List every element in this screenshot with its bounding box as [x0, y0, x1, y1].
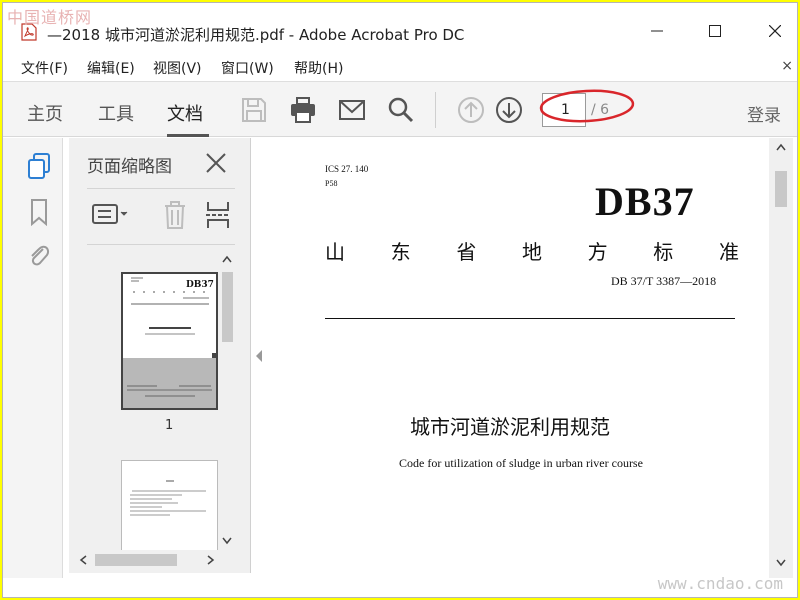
bookmark-icon[interactable]	[25, 198, 53, 226]
maximize-icon	[709, 25, 721, 37]
province-standard-heading: 山 东 省 地 方 标 准	[325, 236, 739, 265]
heading-char: 东	[390, 242, 411, 264]
heading-char: 山	[325, 242, 345, 264]
thumbnail-panel: 页面缩略图 DB37 1	[69, 138, 251, 573]
menu-view[interactable]: 视图(V)	[153, 58, 202, 78]
panel-divider	[87, 188, 235, 189]
collapse-panel-icon[interactable]	[253, 348, 265, 364]
app-window: 中国道桥网 www.cndao.com —2018 城市河道淤泥利用规范.pdf…	[2, 2, 798, 598]
scroll-left-icon[interactable]	[79, 555, 89, 565]
menu-bar: 文件(F) 编辑(E) 视图(V) 窗口(W) 帮助(H) ×	[3, 55, 797, 79]
page-thumbnail-1[interactable]: DB37	[121, 272, 218, 410]
page-thumbnail-image: DB37	[123, 274, 217, 408]
close-icon	[769, 25, 781, 37]
panel-close-icon[interactable]	[205, 152, 227, 174]
document-view[interactable]: ICS 27. 140 P58 DB37 山 东 省 地 方 标 准 DB 37…	[265, 138, 769, 578]
page-thumbnails-icon[interactable]	[25, 152, 53, 180]
svg-text:DB37: DB37	[186, 280, 214, 290]
classification-code: P58	[325, 179, 338, 188]
heading-char: 准	[718, 242, 739, 264]
panel-divider	[87, 244, 235, 245]
active-tab-indicator	[167, 134, 209, 137]
close-window-button[interactable]	[755, 17, 795, 45]
page-down-icon[interactable]	[495, 96, 523, 124]
page-thumbnail-label-1: 1	[165, 418, 174, 433]
attachment-icon[interactable]	[25, 242, 53, 270]
heading-char: 方	[587, 242, 608, 264]
navigation-rail	[3, 138, 63, 578]
page-total: / 6	[591, 102, 610, 118]
standard-number: DB 37/T 3387—2018	[611, 274, 717, 288]
watermark-top: 中国道桥网	[7, 8, 93, 27]
thumbnail-horizontal-scrollbar[interactable]	[69, 550, 235, 570]
menu-window[interactable]: 窗口(W)	[221, 58, 274, 78]
scroll-up-icon[interactable]	[222, 254, 232, 264]
print-icon[interactable]	[289, 96, 317, 124]
tab-home[interactable]: 主页	[27, 100, 63, 126]
thumbnail-list: DB37 1	[69, 250, 235, 550]
page-thumbnail-2[interactable]	[121, 460, 218, 550]
close-document-button[interactable]: ×	[781, 58, 793, 74]
menu-file[interactable]: 文件(F)	[21, 58, 68, 78]
heading-char: 标	[653, 242, 674, 264]
thumbnail-options-icon[interactable]	[91, 200, 131, 230]
thumbnail-vertical-scrollbar[interactable]	[219, 250, 235, 552]
heading-char: 省	[456, 242, 477, 264]
ics-code: ICS 27. 140	[325, 164, 369, 174]
standard-code: DB37	[595, 179, 695, 224]
document-title-chinese: 城市河道淤泥利用规范	[410, 415, 610, 439]
page-number-input[interactable]	[542, 93, 586, 127]
scroll-up-icon[interactable]	[776, 142, 786, 152]
save-icon[interactable]	[240, 96, 268, 124]
document-page: ICS 27. 140 P58 DB37 山 东 省 地 方 标 准 DB 37…	[265, 138, 769, 578]
page-up-icon[interactable]	[457, 96, 485, 124]
thumbnail-hscroll-thumb[interactable]	[95, 554, 177, 566]
minimize-button[interactable]	[637, 17, 677, 45]
document-scroll-thumb[interactable]	[775, 171, 787, 207]
split-page-icon[interactable]	[205, 200, 231, 230]
toolbar: 主页 工具 文档 / 6	[3, 81, 797, 137]
thumbnail-scroll-thumb[interactable]	[222, 272, 233, 342]
page-thumbnail-image	[130, 480, 206, 516]
scroll-down-icon[interactable]	[222, 536, 232, 546]
scroll-down-icon[interactable]	[776, 558, 786, 568]
login-button[interactable]: 登录	[747, 101, 781, 126]
title-bar: —2018 城市河道淤泥利用规范.pdf - Adobe Acrobat Pro…	[3, 3, 797, 51]
window-title: —2018 城市河道淤泥利用规范.pdf - Adobe Acrobat Pro…	[47, 26, 465, 44]
minimize-icon	[651, 30, 663, 32]
tab-document[interactable]: 文档	[167, 100, 203, 126]
heading-char: 地	[521, 242, 542, 264]
search-icon[interactable]	[387, 96, 415, 124]
menu-help[interactable]: 帮助(H)	[294, 58, 343, 78]
heading-rule	[325, 318, 735, 319]
email-icon[interactable]	[338, 96, 366, 124]
toolbar-separator	[435, 92, 436, 128]
scroll-right-icon[interactable]	[205, 555, 215, 565]
delete-page-icon[interactable]	[161, 200, 189, 230]
tab-tools[interactable]: 工具	[98, 100, 134, 126]
maximize-button[interactable]	[695, 17, 735, 45]
menu-edit[interactable]: 编辑(E)	[87, 58, 135, 78]
watermark-bottom: www.cndao.com	[657, 574, 783, 593]
document-title-english: Code for utilization of sludge in urban …	[399, 456, 643, 470]
panel-title: 页面缩略图	[87, 157, 172, 177]
document-scrollbar[interactable]	[769, 138, 793, 578]
